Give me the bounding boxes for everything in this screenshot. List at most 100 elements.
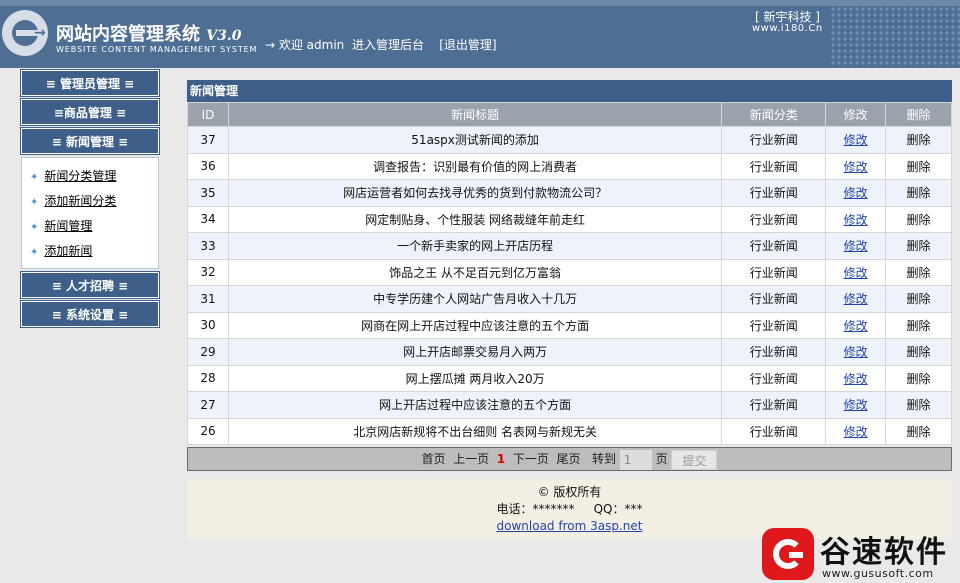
edit-link[interactable]: 修改 bbox=[844, 133, 868, 147]
edit-link[interactable]: 修改 bbox=[844, 213, 868, 227]
delete-link-cell: 删除 bbox=[885, 152, 952, 180]
cell-category: 行业新闻 bbox=[749, 133, 798, 148]
watermark: 谷速软件 www.gususoft.com bbox=[762, 527, 960, 583]
edit-link[interactable]: 修改 bbox=[844, 372, 868, 386]
delete-link-cell: 删除 bbox=[885, 391, 952, 419]
sidebar-section-admin[interactable]: ≡ 管理员管理 ≡ bbox=[20, 69, 160, 97]
table-row: 33 一个新手卖家的网上开店历程 行业新闻 修改 删除 bbox=[187, 232, 952, 260]
sidebar-item-add-news: ✦ 添加新闻 bbox=[22, 239, 158, 264]
pager-goto-input[interactable]: 1 bbox=[619, 449, 652, 470]
delete-link[interactable]: 删除 bbox=[907, 292, 931, 306]
sidebar-link-add-category[interactable]: 添加新闻分类 bbox=[44, 194, 116, 208]
table-header-row: ID 新闻标题 新闻分类 修改 删除 bbox=[187, 102, 952, 127]
edit-link-cell: 修改 bbox=[825, 179, 887, 207]
cell-id-cell: 28 bbox=[187, 364, 229, 392]
pager-first: 首页 bbox=[421, 452, 446, 466]
cell-title: 一个新手卖家的网上开店历程 bbox=[397, 239, 554, 254]
pager-last[interactable]: 尾页 bbox=[556, 452, 580, 466]
sidebar-section-settings[interactable]: ≡ 系统设置 ≡ bbox=[20, 300, 160, 328]
system-version: V3.0 bbox=[206, 28, 242, 44]
table-row: 37 51aspx测试新闻的添加 行业新闻 修改 删除 bbox=[187, 126, 952, 154]
cell-title-cell: 网上开店邮票交易月入两万 bbox=[227, 338, 723, 366]
logout-link[interactable]: [退出管理] bbox=[439, 38, 496, 52]
edit-link-cell: 修改 bbox=[825, 285, 887, 313]
delete-link[interactable]: 删除 bbox=[907, 398, 931, 412]
table-row: 27 网上开店过程中应该注意的五个方面 行业新闻 修改 删除 bbox=[187, 391, 952, 419]
delete-link[interactable]: 删除 bbox=[907, 160, 931, 174]
edit-link[interactable]: 修改 bbox=[844, 345, 868, 359]
delete-link[interactable]: 删除 bbox=[907, 213, 931, 227]
edit-link[interactable]: 修改 bbox=[844, 425, 868, 439]
delete-link-cell: 删除 bbox=[885, 338, 952, 366]
delete-link[interactable]: 删除 bbox=[907, 372, 931, 386]
bullet-icon: ✦ bbox=[30, 172, 39, 183]
delete-link[interactable]: 删除 bbox=[907, 133, 931, 147]
footer-download-link[interactable]: download from 3asp.net bbox=[497, 519, 643, 533]
column-header-title: 新闻标题 bbox=[227, 102, 723, 127]
header-top-line bbox=[0, 0, 960, 6]
edit-link-cell: 修改 bbox=[825, 311, 887, 339]
watermark-url: www.gususoft.com bbox=[822, 567, 934, 580]
cell-category: 行业新闻 bbox=[749, 371, 798, 386]
delete-link[interactable]: 删除 bbox=[907, 425, 931, 439]
sidebar-news-submenu: ✦ 新闻分类管理 ✦ 添加新闻分类 ✦ 新闻管理 ✦ 添加新闻 bbox=[21, 157, 159, 269]
table-row: 30 网商在网上开店过程中应该注意的五个方面 行业新闻 修改 删除 bbox=[187, 311, 952, 339]
edit-link[interactable]: 修改 bbox=[844, 398, 868, 412]
enter-admin-link[interactable]: 进入管理后台 bbox=[352, 38, 424, 52]
sidebar-item-news-category: ✦ 新闻分类管理 bbox=[22, 164, 158, 189]
sidebar-link-news-manage[interactable]: 新闻管理 bbox=[44, 219, 92, 233]
cell-category-cell: 行业新闻 bbox=[721, 179, 827, 207]
sidebar-link-add-news[interactable]: 添加新闻 bbox=[44, 244, 92, 258]
cell-id-cell: 29 bbox=[187, 338, 229, 366]
cell-id: 28 bbox=[200, 371, 216, 386]
cell-category: 行业新闻 bbox=[749, 239, 798, 254]
edit-link-cell: 修改 bbox=[825, 152, 887, 180]
cell-id-cell: 36 bbox=[187, 152, 229, 180]
table-row: 29 网上开店邮票交易月入两万 行业新闻 修改 删除 bbox=[187, 338, 952, 366]
edit-link[interactable]: 修改 bbox=[844, 292, 868, 306]
cell-category: 行业新闻 bbox=[749, 159, 798, 174]
sidebar-link-news-category[interactable]: 新闻分类管理 bbox=[44, 169, 116, 183]
cell-category-cell: 行业新闻 bbox=[721, 417, 827, 445]
cell-category-cell: 行业新闻 bbox=[721, 311, 827, 339]
delete-link-cell: 删除 bbox=[885, 364, 952, 392]
cell-title-cell: 调查报告：识别最有价值的网上消费者 bbox=[227, 152, 723, 180]
cell-title-cell: 中专学历建个人网站广告月收入十几万 bbox=[227, 285, 723, 313]
cell-id: 34 bbox=[200, 212, 216, 227]
edit-link[interactable]: 修改 bbox=[844, 186, 868, 200]
sidebar-item-add-category: ✦ 添加新闻分类 bbox=[22, 189, 158, 214]
delete-link[interactable]: 删除 bbox=[907, 345, 931, 359]
delete-link[interactable]: 删除 bbox=[907, 266, 931, 280]
cell-id: 36 bbox=[200, 159, 216, 174]
edit-link[interactable]: 修改 bbox=[844, 160, 868, 174]
cell-id: 32 bbox=[200, 265, 216, 280]
delete-link-cell: 删除 bbox=[885, 126, 952, 154]
sidebar-section-news[interactable]: ≡ 新闻管理 ≡ bbox=[20, 127, 160, 155]
cell-title: 网店运营者如何去找寻优秀的货到付款物流公司？ bbox=[343, 186, 608, 201]
cell-title: 网商在网上开店过程中应该注意的五个方面 bbox=[361, 318, 590, 333]
table-row: 35 网店运营者如何去找寻优秀的货到付款物流公司？ 行业新闻 修改 删除 bbox=[187, 179, 952, 207]
cell-title-cell: 一个新手卖家的网上开店历程 bbox=[227, 232, 723, 260]
cell-id: 31 bbox=[200, 291, 216, 306]
sidebar-section-products[interactable]: ≡商品管理 ≡ bbox=[20, 98, 160, 126]
edit-link[interactable]: 修改 bbox=[844, 319, 868, 333]
edit-link[interactable]: 修改 bbox=[844, 266, 868, 280]
cell-category-cell: 行业新闻 bbox=[721, 391, 827, 419]
delete-link[interactable]: 删除 bbox=[907, 186, 931, 200]
pager-submit-button[interactable]: 提交 bbox=[671, 449, 718, 470]
delete-link[interactable]: 删除 bbox=[907, 319, 931, 333]
edit-link-cell: 修改 bbox=[825, 126, 887, 154]
sidebar-section-recruit[interactable]: ≡ 人才招聘 ≡ bbox=[20, 271, 160, 299]
edit-link-cell: 修改 bbox=[825, 364, 887, 392]
system-subtitle: WEBSITE CONTENT MANAGEMENT SYSTEM bbox=[56, 45, 258, 54]
edit-link-cell: 修改 bbox=[825, 258, 887, 286]
table-row: 36 调查报告：识别最有价值的网上消费者 行业新闻 修改 删除 bbox=[187, 152, 952, 180]
cell-id: 37 bbox=[200, 132, 216, 147]
pager-next[interactable]: 下一页 bbox=[513, 452, 549, 466]
delete-link[interactable]: 删除 bbox=[907, 239, 931, 253]
cell-category-cell: 行业新闻 bbox=[721, 152, 827, 180]
cell-title-cell: 网商在网上开店过程中应该注意的五个方面 bbox=[227, 311, 723, 339]
cell-title: 北京网店新规将不出台细则 名表网与新规无关 bbox=[353, 424, 598, 439]
edit-link[interactable]: 修改 bbox=[844, 239, 868, 253]
cell-id: 27 bbox=[200, 397, 216, 412]
